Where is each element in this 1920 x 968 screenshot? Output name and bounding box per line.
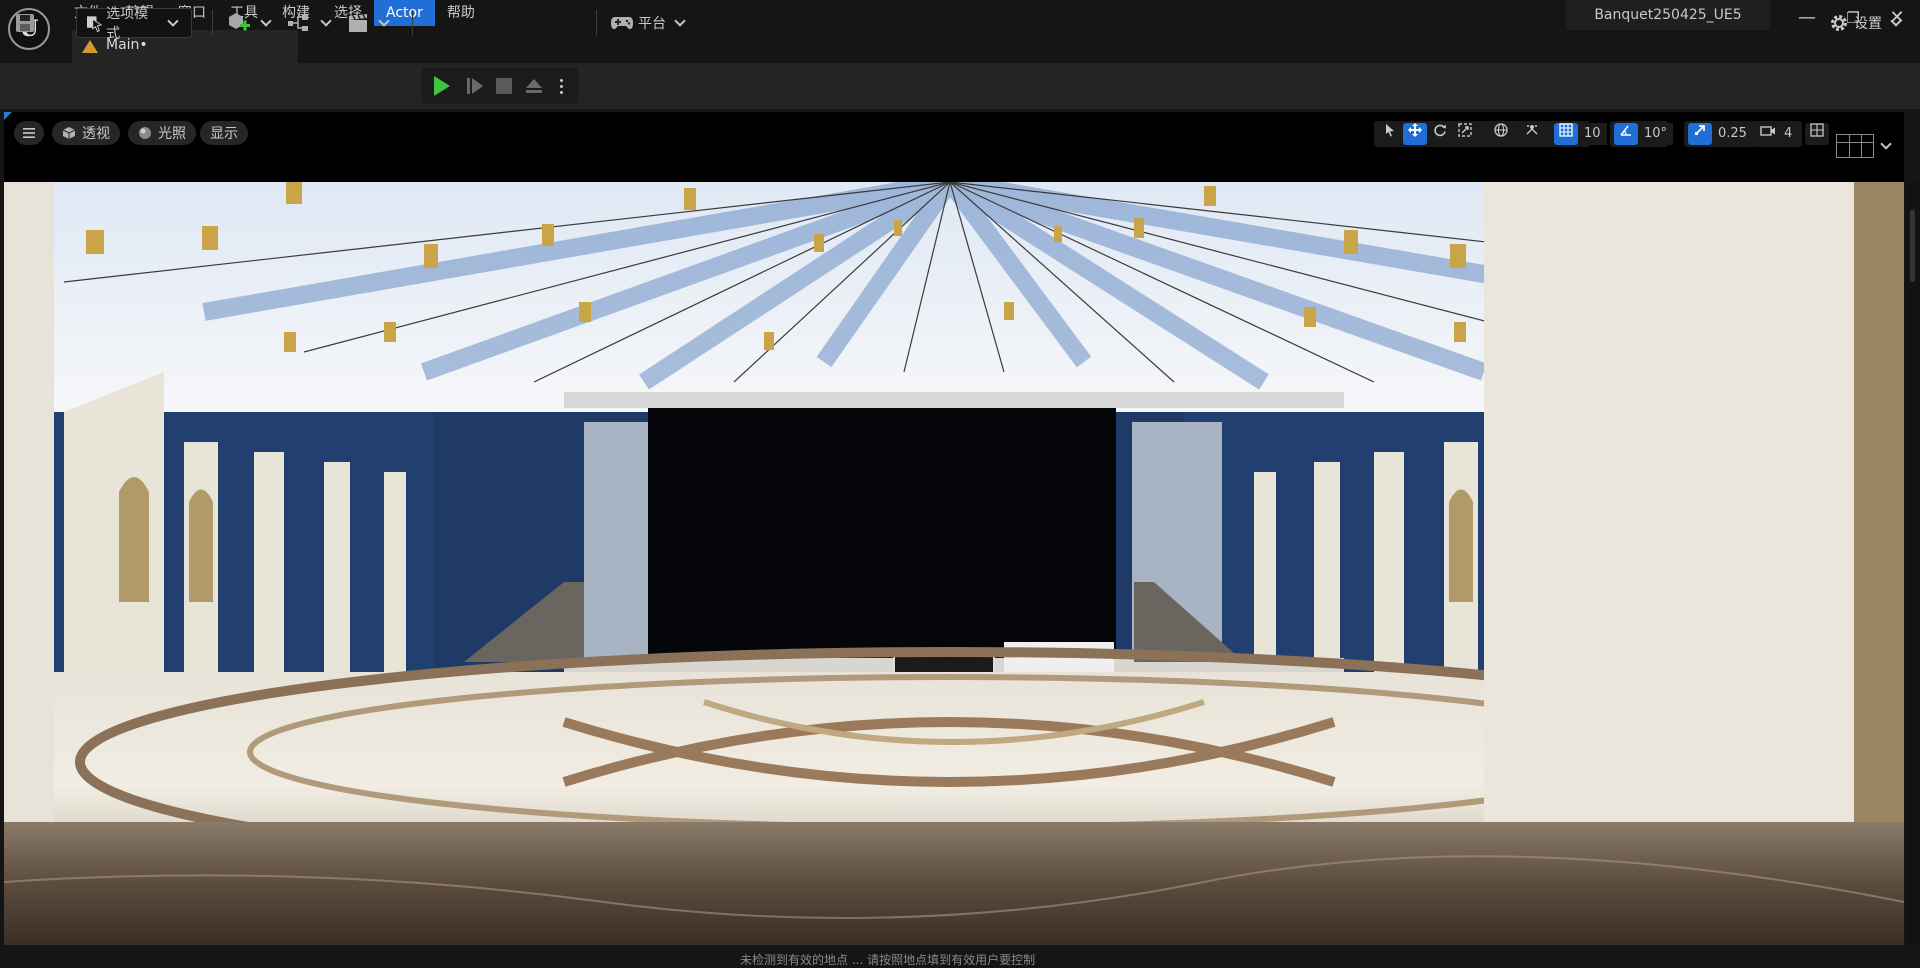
perspective-button[interactable]: 透视 (52, 121, 120, 145)
scrollbar-thumb[interactable] (1910, 210, 1915, 282)
save-button[interactable] (14, 8, 36, 38)
grid-icon (1559, 123, 1573, 137)
scale-snap-value[interactable]: 0.25 (1712, 123, 1753, 145)
layout-divider (1837, 142, 1873, 143)
gear-icon (1831, 15, 1847, 31)
lit-sphere-icon (139, 127, 151, 139)
viewport-menu-button[interactable] (14, 121, 44, 145)
add-content-button[interactable] (226, 8, 274, 38)
select-mode-icon (87, 16, 103, 32)
clapperboard-icon (349, 14, 367, 32)
status-message: 未检测到有效的地点 ... 请按照地点填到有效用户要控制 (740, 953, 1036, 967)
hamburger-icon (23, 128, 35, 138)
scene-render[interactable] (4, 182, 1904, 945)
viewport-scrollbar[interactable] (1906, 182, 1920, 945)
cube-icon (62, 127, 76, 139)
rotation-snap-value[interactable]: 10° (1638, 123, 1674, 145)
rotation-snap-toggle[interactable] (1614, 123, 1638, 145)
minimize-button[interactable]: — (1784, 0, 1830, 36)
surface-snap-icon (1526, 125, 1538, 135)
video-camera-icon (1760, 126, 1775, 136)
scale-snap-toggle[interactable] (1688, 123, 1712, 145)
eject-button[interactable] (524, 76, 544, 96)
chevron-down-icon (260, 15, 272, 27)
toolbar-separator (412, 10, 413, 36)
settings-label: 设置 (1854, 16, 1882, 32)
camera-speed-button[interactable] (1756, 123, 1780, 145)
play-options-button[interactable] (560, 74, 563, 98)
maximize-viewport-button[interactable] (1805, 123, 1829, 145)
menu-help[interactable]: 帮助 (435, 0, 487, 26)
chevron-down-icon (674, 15, 686, 27)
viewport-layout-button[interactable] (1836, 134, 1874, 158)
level-icon (82, 40, 98, 53)
platforms-dropdown[interactable]: 平台 (610, 8, 688, 38)
translate-tool-button[interactable] (1403, 123, 1427, 145)
stop-button[interactable] (496, 76, 512, 96)
grid-snap-value[interactable]: 10 (1578, 123, 1607, 145)
main-toolbar (0, 63, 1920, 109)
chevron-down-icon (167, 15, 179, 27)
viewport-split-icon (1810, 123, 1824, 137)
stop-icon (496, 78, 512, 94)
rotate-tool-button[interactable] (1428, 123, 1452, 145)
scale-icon (1458, 123, 1472, 137)
add-actor-icon (229, 13, 250, 31)
play-icon (434, 76, 450, 96)
perspective-label: 透视 (82, 126, 110, 142)
viewport-active-marker (4, 112, 12, 120)
more-dot-icon (560, 84, 563, 88)
show-label: 显示 (210, 126, 238, 142)
chevron-down-icon (378, 15, 390, 27)
settings-dropdown[interactable]: 设置 (1828, 8, 1904, 38)
surface-snapping-button[interactable] (1520, 123, 1544, 145)
select-tool-button[interactable] (1378, 123, 1402, 145)
advance-frame-button[interactable] (466, 76, 484, 96)
eject-icon (526, 79, 542, 93)
angle-icon (1620, 125, 1631, 136)
status-bar: 未检测到有效的地点 ... 请按照地点填到有效用户要控制 (0, 947, 1920, 967)
show-flags-button[interactable]: 显示 (200, 121, 248, 145)
scale-snap-icon (1695, 125, 1705, 135)
chevron-down-icon (1890, 15, 1902, 27)
project-name: Banquet250425_UE5 (1566, 0, 1770, 30)
globe-icon (1494, 123, 1508, 137)
cursor-icon (1386, 124, 1394, 137)
cinematics-button[interactable] (346, 8, 392, 38)
scale-tool-button[interactable] (1453, 123, 1477, 145)
play-button[interactable] (434, 76, 450, 96)
gamepad-icon (611, 17, 633, 30)
chevron-down-icon (320, 15, 332, 27)
world-local-toggle-button[interactable] (1489, 123, 1513, 145)
blueprint-button[interactable] (286, 8, 334, 38)
move-arrows-icon (1408, 123, 1422, 137)
blueprint-icon (288, 15, 308, 31)
rotate-icon (1434, 124, 1446, 137)
toolbar-separator (212, 10, 213, 36)
toolbar-separator (596, 10, 597, 36)
viewport-layout-chevron[interactable] (1876, 136, 1894, 152)
lighting-label: 光照 (158, 126, 186, 142)
more-dot-icon (560, 78, 563, 82)
save-icon (16, 14, 34, 32)
layout-divider (1849, 135, 1850, 157)
chevron-down-icon (1880, 138, 1892, 150)
step-forward-icon (467, 78, 483, 94)
layout-divider (1861, 135, 1862, 157)
grid-snap-toggle[interactable] (1554, 123, 1578, 145)
selection-mode-dropdown[interactable]: 选项模式 (76, 6, 192, 42)
camera-speed-value[interactable]: 4 (1778, 123, 1799, 145)
selection-mode-label: 选项模式 (106, 6, 149, 42)
lighting-mode-button[interactable]: 光照 (128, 121, 196, 145)
more-dot-icon (560, 90, 563, 94)
platforms-label: 平台 (638, 16, 666, 32)
